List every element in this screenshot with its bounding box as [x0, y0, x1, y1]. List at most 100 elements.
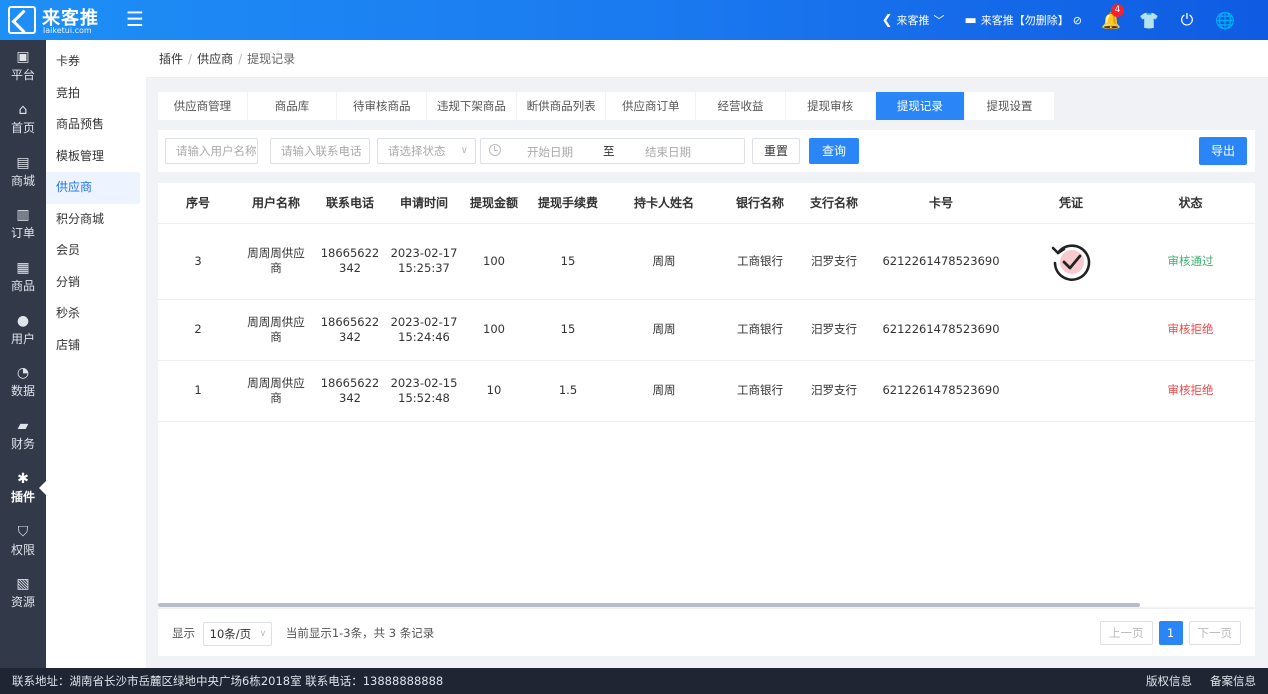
cell-holder: 周周 [610, 299, 718, 361]
copyright-link[interactable]: 版权信息 [1146, 668, 1192, 694]
reset-button[interactable]: 重置 [752, 138, 800, 164]
home-icon: ⌂ [18, 102, 28, 119]
rail-item-platform[interactable]: ▣ 平台 [0, 40, 46, 93]
breadcrumb-plugins[interactable]: 插件 [159, 52, 183, 66]
page-size-select[interactable]: 10条/页 ∨ [202, 621, 273, 646]
subnav-item-templates[interactable]: 模板管理 [46, 141, 140, 173]
rail-item-resources[interactable]: ▧ 资源 [0, 567, 46, 620]
breadcrumb-supplier[interactable]: 供应商 [197, 52, 233, 66]
rail-item-mall[interactable]: ▤ 商城 [0, 145, 46, 198]
tab-product-library[interactable]: 商品库 [247, 92, 338, 120]
tab-supplier-management[interactable]: 供应商管理 [158, 92, 248, 120]
query-button[interactable]: 查询 [809, 138, 859, 164]
subnav-item-flash-sale[interactable]: 秒杀 [46, 298, 140, 330]
column-header: 联系电话 [314, 183, 386, 224]
tab-pending-review[interactable]: 待审核商品 [337, 92, 428, 120]
account-menu[interactable]: ▬ 来客推【勿删除】 ⊘ [954, 0, 1092, 40]
start-date-input[interactable]: 开始日期 [527, 144, 573, 160]
subnav-item-points-mall[interactable]: 积分商城 [46, 204, 140, 236]
column-header: 银行名称 [718, 183, 802, 224]
next-page-button[interactable]: 下一页 [1188, 621, 1241, 645]
subnav-item-membership[interactable]: 会员 [46, 235, 140, 267]
column-header: 状态 [1126, 183, 1255, 224]
store-name: 来客推 [896, 14, 930, 27]
tab-withdraw-records[interactable]: 提现记录 [875, 92, 966, 120]
store-logo-icon: ❮ [881, 12, 893, 28]
filter-bar: 请输入用户名称 请输入联系电话 请选择状态 ∨ 开始日期 至 结束日期 重置 查… [158, 130, 1255, 172]
user-name-input[interactable]: 请输入用户名称 [165, 138, 258, 164]
cell-bank: 工商银行 [718, 299, 802, 361]
cell-status: 审核拒绝 [1126, 299, 1255, 361]
cell-branch: 汨罗支行 [802, 299, 866, 361]
store-icon: ▤ [16, 154, 30, 171]
table-row: 3 周周周供应商 18665622342 2023-02-17 15:25:37 … [158, 223, 1255, 300]
plugin-subnav: 卡券 竞拍 商品预售 模板管理 供应商 积分商城 会员 分销 秒杀 店铺 [46, 40, 146, 668]
subnav-item-coupons[interactable]: 卡券 [46, 46, 140, 78]
horizontal-scrollbar[interactable] [158, 603, 1140, 607]
cell-holder: 周周 [610, 360, 718, 422]
notification-badge: 4 [1111, 4, 1124, 17]
cell-phone: 18665622342 [314, 223, 386, 300]
cell-user: 周周周供应商 [238, 360, 314, 422]
phone-input[interactable]: 请输入联系电话 [270, 138, 370, 164]
rail-item-plugins[interactable]: ✱ 插件 [0, 462, 46, 515]
cell-apply-time: 2023-02-15 15:52:48 [386, 360, 462, 422]
site-footer: 联系地址：湖南省长沙市岳麓区绿地中央广场6栋2018室 联系电话：1388888… [0, 668, 1268, 694]
subnav-item-distribution[interactable]: 分销 [46, 267, 140, 299]
rail-item-goods[interactable]: ▦ 商品 [0, 251, 46, 304]
rail-item-permissions[interactable]: ⛉ 权限 [0, 514, 46, 567]
tab-withdraw-settings[interactable]: 提现设置 [965, 92, 1055, 120]
order-icon: ▥ [16, 207, 30, 224]
clock-icon [489, 144, 501, 156]
theme-button[interactable]: 👕 [1130, 0, 1168, 40]
tab-discontinued-list[interactable]: 断供商品列表 [516, 92, 607, 120]
rail-item-users[interactable]: ● 用户 [0, 303, 46, 356]
tab-business-income[interactable]: 经营收益 [696, 92, 786, 120]
store-switcher[interactable]: ❮ 来客推 ﹀ [872, 0, 955, 40]
pie-chart-icon: ◔ [16, 365, 30, 382]
end-date-input[interactable]: 结束日期 [645, 144, 691, 160]
tab-supplier-orders[interactable]: 供应商订单 [606, 92, 697, 120]
tab-violation-removed[interactable]: 违规下架商品 [427, 92, 517, 120]
tab-withdraw-review[interactable]: 提现审核 [785, 92, 876, 120]
prev-page-button[interactable]: 上一页 [1100, 621, 1153, 645]
date-range-picker[interactable]: 开始日期 至 结束日期 [480, 138, 745, 164]
chevron-down-icon: ∨ [259, 628, 267, 639]
subnav-item-supplier[interactable]: 供应商 [46, 172, 140, 204]
subnav-item-shops[interactable]: 店铺 [46, 330, 140, 362]
cell-apply-time: 2023-02-17 15:24:46 [386, 299, 462, 361]
export-button[interactable]: 导出 [1199, 137, 1247, 165]
rail-item-home[interactable]: ⌂ 首页 [0, 93, 46, 146]
cell-voucher [1016, 360, 1126, 422]
supplier-tabs: 供应商管理 商品库 待审核商品 违规下架商品 断供商品列表 供应商订单 经营收益… [158, 92, 1055, 120]
user-icon: ● [16, 312, 30, 329]
subnav-item-auction[interactable]: 竞拍 [46, 78, 140, 110]
shirt-icon: 👕 [1139, 10, 1159, 30]
cell-holder: 周周 [610, 223, 718, 300]
refresh-check-icon[interactable] [1049, 239, 1093, 283]
menu-toggle-icon[interactable]: ☰ [125, 7, 145, 31]
subnav-item-presale[interactable]: 商品预售 [46, 109, 140, 141]
rail-item-orders[interactable]: ▥ 订单 [0, 198, 46, 251]
status-select[interactable]: 请选择状态 ∨ [377, 138, 476, 164]
account-name: 来客推【勿删除】 [980, 14, 1069, 27]
record-link[interactable]: 备案信息 [1210, 668, 1256, 694]
monitor-icon: ▣ [16, 49, 30, 66]
cell-card: 6212261478523690 [866, 299, 1016, 361]
rail-item-finance[interactable]: ▰ 财务 [0, 409, 46, 462]
logo-subtitle: laiketui.com [43, 26, 92, 35]
chevron-down-icon: ﹀ [933, 14, 945, 27]
column-header: 提现金额 [462, 183, 526, 224]
chevron-down-icon: ∨ [460, 145, 468, 156]
cell-no: 3 [158, 223, 238, 300]
rail-item-data[interactable]: ◔ 数据 [0, 356, 46, 409]
cell-card: 6212261478523690 [866, 360, 1016, 422]
language-button[interactable]: 🌐 [1206, 0, 1244, 40]
logout-button[interactable]: ⏻ [1168, 0, 1206, 40]
logo-mark-icon [8, 6, 36, 34]
notification-button[interactable]: 🔔 4 [1092, 0, 1130, 40]
cell-apply-time: 2023-02-17 15:25:37 [386, 223, 462, 300]
page-number-current[interactable]: 1 [1158, 621, 1183, 645]
account-icon: ▬ [964, 12, 977, 28]
puzzle-icon: ✱ [17, 470, 29, 487]
